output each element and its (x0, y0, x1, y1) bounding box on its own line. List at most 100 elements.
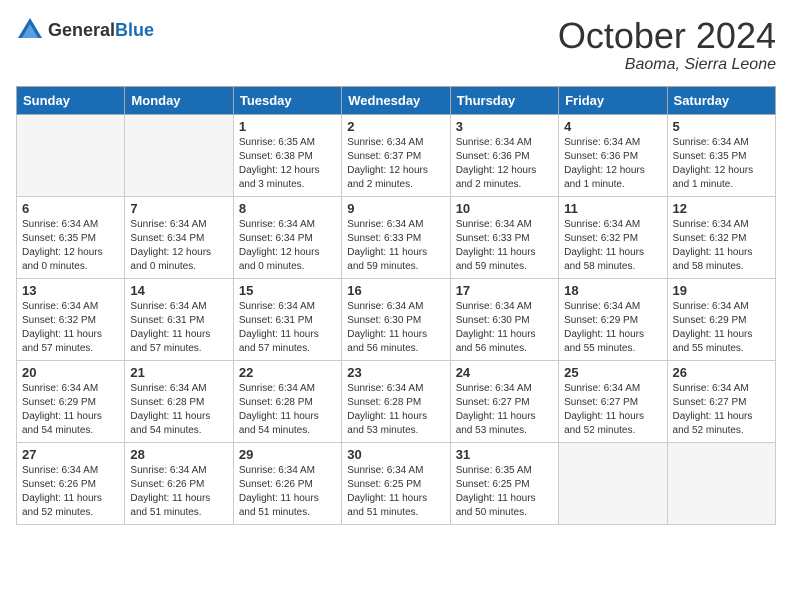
calendar-cell: 23Sunrise: 6:34 AMSunset: 6:28 PMDayligh… (342, 360, 450, 442)
day-number: 9 (347, 201, 444, 216)
calendar-cell: 20Sunrise: 6:34 AMSunset: 6:29 PMDayligh… (17, 360, 125, 442)
calendar-cell: 2 Sunrise: 6:34 AMSunset: 6:37 PMDaylight… (342, 114, 450, 196)
calendar-header-row: Sunday Monday Tuesday Wednesday Thursday… (17, 86, 776, 114)
day-number: 1 (239, 119, 336, 134)
day-info: Sunrise: 6:34 AMSunset: 6:36 PMDaylight:… (564, 136, 661, 192)
logo-text: GeneralBlue (48, 20, 154, 41)
day-number: 11 (564, 201, 661, 216)
calendar-cell: 12 Sunrise: 6:34 AMSunset: 6:32 PMDayligh… (667, 196, 775, 278)
day-info: Sunrise: 6:34 AMSunset: 6:28 PMDaylight:… (239, 382, 336, 438)
day-number: 16 (347, 283, 444, 298)
calendar-cell (125, 114, 233, 196)
day-number: 17 (456, 283, 553, 298)
day-info: Sunrise: 6:35 AMSunset: 6:25 PMDaylight:… (456, 464, 553, 520)
calendar-cell: 5 Sunrise: 6:34 AMSunset: 6:35 PMDaylight… (667, 114, 775, 196)
calendar-cell: 4 Sunrise: 6:34 AMSunset: 6:36 PMDaylight… (559, 114, 667, 196)
day-number: 18 (564, 283, 661, 298)
month-title: October 2024 (558, 16, 776, 56)
calendar-cell: 15 Sunrise: 6:34 AMSunset: 6:31 PMDayligh… (233, 278, 341, 360)
day-info: Sunrise: 6:34 AMSunset: 6:29 PMDaylight:… (22, 382, 119, 438)
day-info: Sunrise: 6:34 AMSunset: 6:35 PMDaylight:… (673, 136, 770, 192)
day-info: Sunrise: 6:34 AMSunset: 6:31 PMDaylight:… (239, 300, 336, 356)
calendar-cell: 29 Sunrise: 6:34 AMSunset: 6:26 PMDayligh… (233, 442, 341, 524)
day-info: Sunrise: 6:34 AMSunset: 6:27 PMDaylight:… (456, 382, 553, 438)
day-info: Sunrise: 6:35 AMSunset: 6:38 PMDaylight:… (239, 136, 336, 192)
day-info: Sunrise: 6:34 AMSunset: 6:37 PMDaylight:… (347, 136, 444, 192)
calendar-cell: 18 Sunrise: 6:34 AMSunset: 6:29 PMDayligh… (559, 278, 667, 360)
calendar-cell: 25 Sunrise: 6:34 AMSunset: 6:27 PMDayligh… (559, 360, 667, 442)
calendar-cell: 6Sunrise: 6:34 AMSunset: 6:35 PMDaylight… (17, 196, 125, 278)
day-number: 13 (22, 283, 119, 298)
day-info: Sunrise: 6:34 AMSunset: 6:25 PMDaylight:… (347, 464, 444, 520)
calendar-cell: 13Sunrise: 6:34 AMSunset: 6:32 PMDayligh… (17, 278, 125, 360)
day-info: Sunrise: 6:34 AMSunset: 6:34 PMDaylight:… (239, 218, 336, 274)
calendar-cell: 31 Sunrise: 6:35 AMSunset: 6:25 PMDayligh… (450, 442, 558, 524)
calendar-cell: 3 Sunrise: 6:34 AMSunset: 6:36 PMDaylight… (450, 114, 558, 196)
calendar-week-row: 6Sunrise: 6:34 AMSunset: 6:35 PMDaylight… (17, 196, 776, 278)
day-number: 28 (130, 447, 227, 462)
calendar-week-row: 1 Sunrise: 6:35 AMSunset: 6:38 PMDaylight… (17, 114, 776, 196)
day-number: 3 (456, 119, 553, 134)
calendar-cell: 16 Sunrise: 6:34 AMSunset: 6:30 PMDayligh… (342, 278, 450, 360)
day-number: 4 (564, 119, 661, 134)
logo-icon (16, 16, 44, 44)
calendar-cell: 1 Sunrise: 6:35 AMSunset: 6:38 PMDaylight… (233, 114, 341, 196)
day-info: Sunrise: 6:34 AMSunset: 6:29 PMDaylight:… (564, 300, 661, 356)
day-info: Sunrise: 6:34 AMSunset: 6:28 PMDaylight:… (347, 382, 444, 438)
calendar-week-row: 27 Sunrise: 6:34 AMSunset: 6:26 PMDayligh… (17, 442, 776, 524)
logo-general: General (48, 20, 115, 40)
calendar-cell: 24 Sunrise: 6:34 AMSunset: 6:27 PMDayligh… (450, 360, 558, 442)
col-wednesday: Wednesday (342, 86, 450, 114)
day-number: 25 (564, 365, 661, 380)
calendar-cell: 14 Sunrise: 6:34 AMSunset: 6:31 PMDayligh… (125, 278, 233, 360)
calendar-cell (559, 442, 667, 524)
day-info: Sunrise: 6:34 AMSunset: 6:30 PMDaylight:… (347, 300, 444, 356)
day-info: Sunrise: 6:34 AMSunset: 6:35 PMDaylight:… (22, 218, 119, 274)
col-friday: Friday (559, 86, 667, 114)
day-info: Sunrise: 6:34 AMSunset: 6:26 PMDaylight:… (22, 464, 119, 520)
day-number: 12 (673, 201, 770, 216)
day-info: Sunrise: 6:34 AMSunset: 6:33 PMDaylight:… (456, 218, 553, 274)
day-number: 14 (130, 283, 227, 298)
calendar-table: Sunday Monday Tuesday Wednesday Thursday… (16, 86, 776, 525)
col-tuesday: Tuesday (233, 86, 341, 114)
calendar-cell: 26 Sunrise: 6:34 AMSunset: 6:27 PMDayligh… (667, 360, 775, 442)
page-header: GeneralBlue October 2024 Baoma, Sierra L… (16, 16, 776, 74)
title-block: October 2024 Baoma, Sierra Leone (558, 16, 776, 74)
col-sunday: Sunday (17, 86, 125, 114)
day-number: 21 (130, 365, 227, 380)
col-saturday: Saturday (667, 86, 775, 114)
day-number: 24 (456, 365, 553, 380)
day-number: 31 (456, 447, 553, 462)
day-number: 15 (239, 283, 336, 298)
calendar-cell: 21 Sunrise: 6:34 AMSunset: 6:28 PMDayligh… (125, 360, 233, 442)
calendar-cell: 28 Sunrise: 6:34 AMSunset: 6:26 PMDayligh… (125, 442, 233, 524)
day-number: 29 (239, 447, 336, 462)
col-thursday: Thursday (450, 86, 558, 114)
calendar-week-row: 13Sunrise: 6:34 AMSunset: 6:32 PMDayligh… (17, 278, 776, 360)
day-info: Sunrise: 6:34 AMSunset: 6:34 PMDaylight:… (130, 218, 227, 274)
calendar-cell: 9 Sunrise: 6:34 AMSunset: 6:33 PMDaylight… (342, 196, 450, 278)
day-info: Sunrise: 6:34 AMSunset: 6:36 PMDaylight:… (456, 136, 553, 192)
day-info: Sunrise: 6:34 AMSunset: 6:32 PMDaylight:… (673, 218, 770, 274)
calendar-week-row: 20Sunrise: 6:34 AMSunset: 6:29 PMDayligh… (17, 360, 776, 442)
day-number: 10 (456, 201, 553, 216)
calendar-cell (667, 442, 775, 524)
day-info: Sunrise: 6:34 AMSunset: 6:28 PMDaylight:… (130, 382, 227, 438)
day-number: 5 (673, 119, 770, 134)
day-info: Sunrise: 6:34 AMSunset: 6:32 PMDaylight:… (564, 218, 661, 274)
day-info: Sunrise: 6:34 AMSunset: 6:29 PMDaylight:… (673, 300, 770, 356)
calendar-cell (17, 114, 125, 196)
day-info: Sunrise: 6:34 AMSunset: 6:33 PMDaylight:… (347, 218, 444, 274)
day-info: Sunrise: 6:34 AMSunset: 6:27 PMDaylight:… (564, 382, 661, 438)
day-info: Sunrise: 6:34 AMSunset: 6:31 PMDaylight:… (130, 300, 227, 356)
col-monday: Monday (125, 86, 233, 114)
day-number: 27 (22, 447, 119, 462)
day-number: 2 (347, 119, 444, 134)
day-number: 30 (347, 447, 444, 462)
day-info: Sunrise: 6:34 AMSunset: 6:27 PMDaylight:… (673, 382, 770, 438)
day-info: Sunrise: 6:34 AMSunset: 6:26 PMDaylight:… (239, 464, 336, 520)
day-number: 26 (673, 365, 770, 380)
calendar-cell: 7Sunrise: 6:34 AMSunset: 6:34 PMDaylight… (125, 196, 233, 278)
day-info: Sunrise: 6:34 AMSunset: 6:26 PMDaylight:… (130, 464, 227, 520)
